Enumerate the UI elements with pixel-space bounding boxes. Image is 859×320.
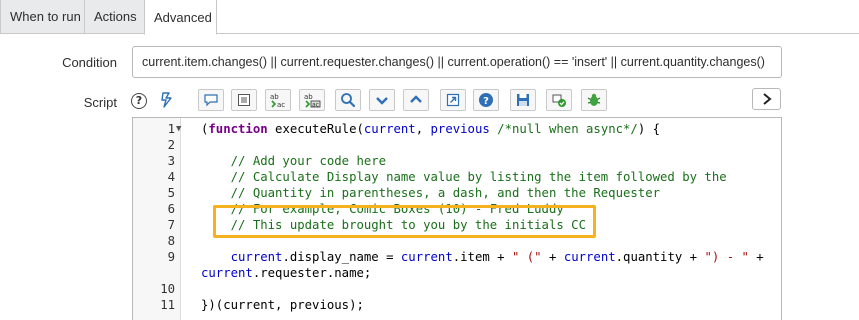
- code-line[interactable]: 5 // Quantity in parentheses, a dash, an…: [133, 185, 781, 201]
- code-token: ,: [415, 122, 431, 136]
- chevron-down-icon[interactable]: [369, 89, 395, 111]
- code-token: executeRule(: [267, 122, 364, 136]
- svg-text:ac: ac: [277, 101, 285, 108]
- help-circle-icon[interactable]: ?: [473, 89, 499, 111]
- expand-panel-button[interactable]: [752, 88, 781, 110]
- code-text: // Quantity in parentheses, a dash, and …: [201, 185, 660, 201]
- chevron-right-icon: [762, 93, 772, 105]
- code-token: ") - ": [704, 250, 749, 264]
- code-text: current.requester.name;: [201, 265, 371, 281]
- svg-text:ab: ab: [270, 93, 279, 101]
- code-line[interactable]: 10: [133, 281, 781, 297]
- code-token: .item +: [452, 250, 512, 264]
- highlight-box: [213, 205, 596, 238]
- tab-bar: When to run Actions Advanced: [0, 0, 859, 35]
- code-token: .quantity +: [615, 250, 705, 264]
- code-token: +: [748, 250, 764, 264]
- line-number: 3: [167, 154, 175, 168]
- tab-when-to-run[interactable]: When to run: [0, 0, 85, 34]
- svg-text:?: ?: [483, 96, 489, 107]
- debug-icon[interactable]: [581, 89, 607, 111]
- help-icon[interactable]: ?: [131, 93, 147, 109]
- svg-text:ab: ab: [304, 93, 313, 101]
- tab-advanced[interactable]: Advanced: [144, 0, 217, 35]
- code-token: .display_name =: [282, 250, 401, 264]
- svg-text:ac: ac: [312, 102, 319, 109]
- code-text: (function executeRule(current, previous …: [201, 121, 660, 137]
- format-code-icon[interactable]: [158, 90, 178, 110]
- code-line[interactable]: 2: [133, 137, 781, 153]
- code-line[interactable]: 9 current.display_name = current.item + …: [133, 249, 781, 265]
- line-number: 9: [167, 250, 175, 264]
- line-number: 1: [167, 122, 175, 136]
- code-text: // Calculate Display name value by listi…: [201, 169, 727, 185]
- condition-input[interactable]: current.item.changes() || current.reques…: [132, 46, 782, 78]
- replace-icon[interactable]: ab ac: [265, 89, 291, 111]
- code-token: .requester.name;: [252, 266, 372, 280]
- code-token: /*null when async*/: [489, 122, 638, 136]
- code-token: current: [400, 250, 453, 264]
- chevron-up-icon[interactable]: [403, 89, 429, 111]
- search-icon[interactable]: [335, 89, 361, 111]
- tab-actions[interactable]: Actions: [84, 0, 145, 34]
- script-label: Script: [83, 95, 117, 110]
- line-number: 5: [167, 186, 175, 200]
- save-icon[interactable]: [510, 89, 536, 111]
- line-number: 6: [167, 202, 175, 216]
- condition-label: Condition: [62, 55, 117, 70]
- code-line[interactable]: 1 ▼ (function executeRule(current, previou…: [133, 121, 781, 137]
- code-text: current.display_name = current.item + " …: [201, 249, 764, 265]
- code-token: +: [541, 250, 564, 264]
- replace-all-icon[interactable]: ab ac: [299, 89, 325, 111]
- code-token: current: [201, 266, 253, 280]
- code-token: " (": [511, 250, 542, 264]
- code-token: })(current, previous);: [201, 298, 364, 312]
- code-line[interactable]: 11 })(current, previous);: [133, 297, 781, 313]
- code-token: // Quantity in parentheses, a dash, and …: [201, 186, 661, 200]
- code-token: current: [363, 122, 416, 136]
- fold-arrow-icon[interactable]: ▼: [176, 121, 181, 137]
- line-number: 2: [167, 138, 175, 152]
- code-text: // Add your code here: [201, 153, 386, 169]
- code-token: // Add your code here: [201, 154, 387, 168]
- script-check-icon[interactable]: [546, 89, 572, 111]
- open-external-icon[interactable]: [440, 89, 466, 111]
- line-number: 7: [167, 218, 175, 232]
- code-token: current: [563, 250, 616, 264]
- comment-icon[interactable]: [198, 89, 224, 111]
- line-number: 8: [167, 234, 175, 248]
- code-line[interactable]: 4 // Calculate Display name value by lis…: [133, 169, 781, 185]
- document-icon[interactable]: [231, 89, 257, 111]
- code-line[interactable]: 3 // Add your code here: [133, 153, 781, 169]
- code-token: current: [201, 250, 283, 264]
- code-line[interactable]: current.requester.name;: [133, 265, 781, 281]
- code-token: // Calculate Display name value by listi…: [201, 170, 727, 184]
- code-token: ) {: [637, 122, 661, 136]
- code-text: })(current, previous);: [201, 297, 364, 313]
- line-number: 4: [167, 170, 175, 184]
- line-number: 10: [160, 282, 175, 296]
- line-number: 11: [160, 298, 175, 312]
- code-token: previous: [430, 122, 490, 136]
- code-token: function: [208, 122, 268, 136]
